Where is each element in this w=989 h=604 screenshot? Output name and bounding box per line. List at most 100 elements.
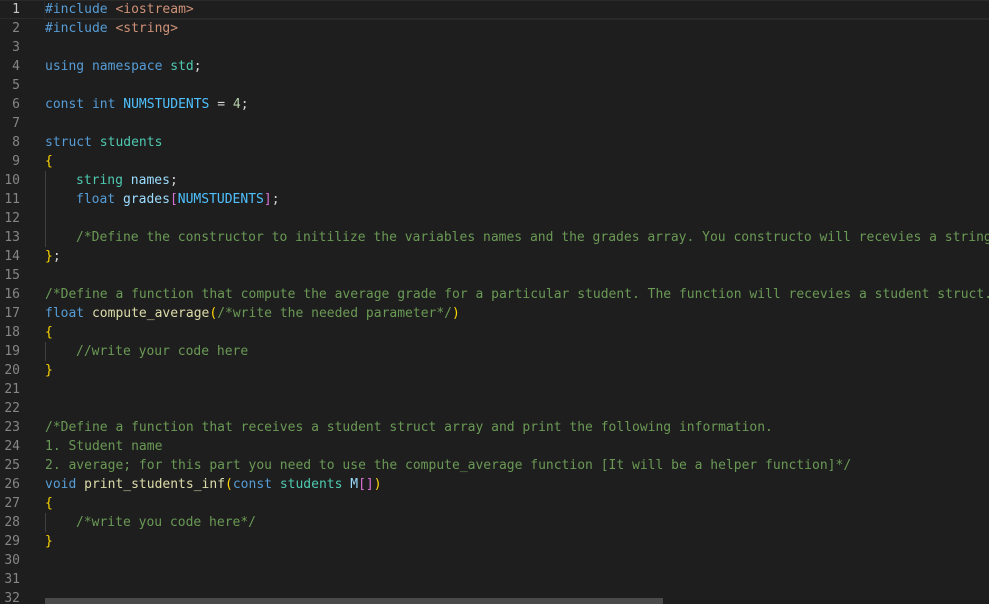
code-token: #include: [45, 2, 116, 17]
code-token: M: [350, 477, 359, 492]
line-number: 11: [4, 192, 20, 207]
code-token: {: [45, 325, 53, 340]
code-token: string: [76, 173, 123, 188]
code-line[interactable]: [45, 114, 989, 133]
code-token: [: [169, 192, 178, 207]
code-token: 2. average; for this part you need to us…: [45, 458, 852, 473]
line-number: 21: [4, 382, 20, 397]
line-number: 6: [12, 97, 20, 112]
code-line[interactable]: #include <string>: [45, 19, 989, 38]
code-token: NUMSTUDENTS: [123, 97, 210, 112]
line-number: 23: [4, 420, 20, 435]
code-token: compute_average: [91, 306, 210, 321]
code-token: ;: [240, 97, 249, 112]
code-line[interactable]: [45, 76, 989, 95]
code-line[interactable]: {: [45, 152, 989, 171]
code-line[interactable]: [45, 570, 989, 589]
code-line[interactable]: 2. average; for this part you need to us…: [45, 456, 989, 475]
line-number-gutter: 1 2 3 4 5 6 7 8 9 10 11 12 13 14 15 16 17 18 19 20 21 22 23 24 2…: [0, 0, 36, 604]
code-token: /*Define a function that receives a stud…: [45, 420, 773, 435]
code-token: {: [45, 154, 53, 169]
code-line[interactable]: 1. Student name: [45, 437, 989, 456]
line-number: 10: [4, 173, 20, 188]
line-number: 3: [12, 40, 20, 55]
code-token: []: [358, 477, 374, 492]
line-number: 20: [4, 363, 20, 378]
line-number: 31: [4, 572, 20, 587]
code-line[interactable]: }: [45, 361, 989, 380]
code-line[interactable]: /*Define the constructor to initilize th…: [45, 228, 989, 247]
code-line[interactable]: #include <iostream>: [0, 0, 989, 20]
code-line[interactable]: [45, 380, 989, 399]
code-token: <iostream>: [115, 2, 194, 17]
code-token: print_students_inf: [84, 477, 226, 492]
line-number: 13: [4, 230, 20, 245]
code-token: /*Define the constructor to initilize th…: [76, 230, 989, 245]
code-token: }: [45, 363, 53, 378]
horizontal-scrollbar[interactable]: [45, 598, 663, 604]
code-line[interactable]: float grades[NUMSTUDENTS];: [45, 190, 989, 209]
code-line[interactable]: float compute_average(/*write the needed…: [45, 304, 989, 323]
line-number: 7: [12, 116, 20, 131]
code-token: #include: [45, 21, 116, 36]
code-line[interactable]: using namespace std;: [45, 57, 989, 76]
code-token: /*write you code here*/: [76, 515, 257, 530]
code-token: /*Define a function that compute the ave…: [45, 287, 989, 302]
code-token: /*write the needed parameter*/: [217, 306, 453, 321]
line-number: 17: [4, 306, 20, 321]
code-line[interactable]: void print_students_inf(const students M…: [45, 475, 989, 494]
code-token: NUMSTUDENTS: [177, 192, 264, 207]
code-token: ;: [52, 249, 61, 264]
code-token: std: [170, 59, 194, 74]
code-token: ;: [193, 59, 202, 74]
indent-guide: [45, 228, 76, 247]
code-token: const: [232, 477, 272, 492]
code-line[interactable]: /*write you code here*/: [45, 513, 989, 532]
line-number: 30: [4, 553, 20, 568]
code-token: ): [452, 306, 460, 321]
code-token: float: [45, 306, 85, 321]
code-token: (: [225, 477, 233, 492]
line-number: 15: [4, 268, 20, 283]
code-line[interactable]: }: [45, 532, 989, 551]
code-line[interactable]: string names;: [45, 171, 989, 190]
indent-guide: [45, 171, 76, 190]
code-editor[interactable]: 1 2 3 4 5 6 7 8 9 10 11 12 13 14 15 16 17 18 19 20 21 22 23 24 2…: [0, 0, 989, 604]
code-token: students: [99, 135, 163, 150]
code-line[interactable]: const int NUMSTUDENTS = 4;: [45, 95, 989, 114]
code-token: 1. Student name: [45, 439, 163, 454]
code-line[interactable]: [45, 266, 989, 285]
code-line[interactable]: //write your code here: [45, 342, 989, 361]
line-number: 27: [4, 496, 20, 511]
code-line[interactable]: [45, 209, 989, 228]
code-line[interactable]: struct students: [45, 133, 989, 152]
code-token: void: [45, 477, 77, 492]
line-number: 29: [4, 534, 20, 549]
code-line[interactable]: };: [45, 247, 989, 266]
code-token: names: [130, 173, 170, 188]
code-line[interactable]: [45, 38, 989, 57]
code-line[interactable]: [45, 551, 989, 570]
code-line[interactable]: {: [45, 323, 989, 342]
line-number: 16: [4, 287, 20, 302]
code-token: struct: [45, 135, 92, 150]
code-line[interactable]: [45, 399, 989, 418]
line-number: 12: [4, 211, 20, 226]
code-line[interactable]: {: [45, 494, 989, 513]
code-line[interactable]: /*Define a function that compute the ave…: [45, 285, 989, 304]
line-number: 18: [4, 325, 20, 340]
code-line[interactable]: /*Define a function that receives a stud…: [45, 418, 989, 437]
code-token: {: [45, 496, 53, 511]
line-number: 4: [12, 59, 20, 74]
line-number: 2: [12, 21, 20, 36]
code-token: namespace: [91, 59, 163, 74]
code-token: float: [76, 192, 116, 207]
code-area[interactable]: #include <iostream> #include <string> usin…: [0, 0, 989, 604]
